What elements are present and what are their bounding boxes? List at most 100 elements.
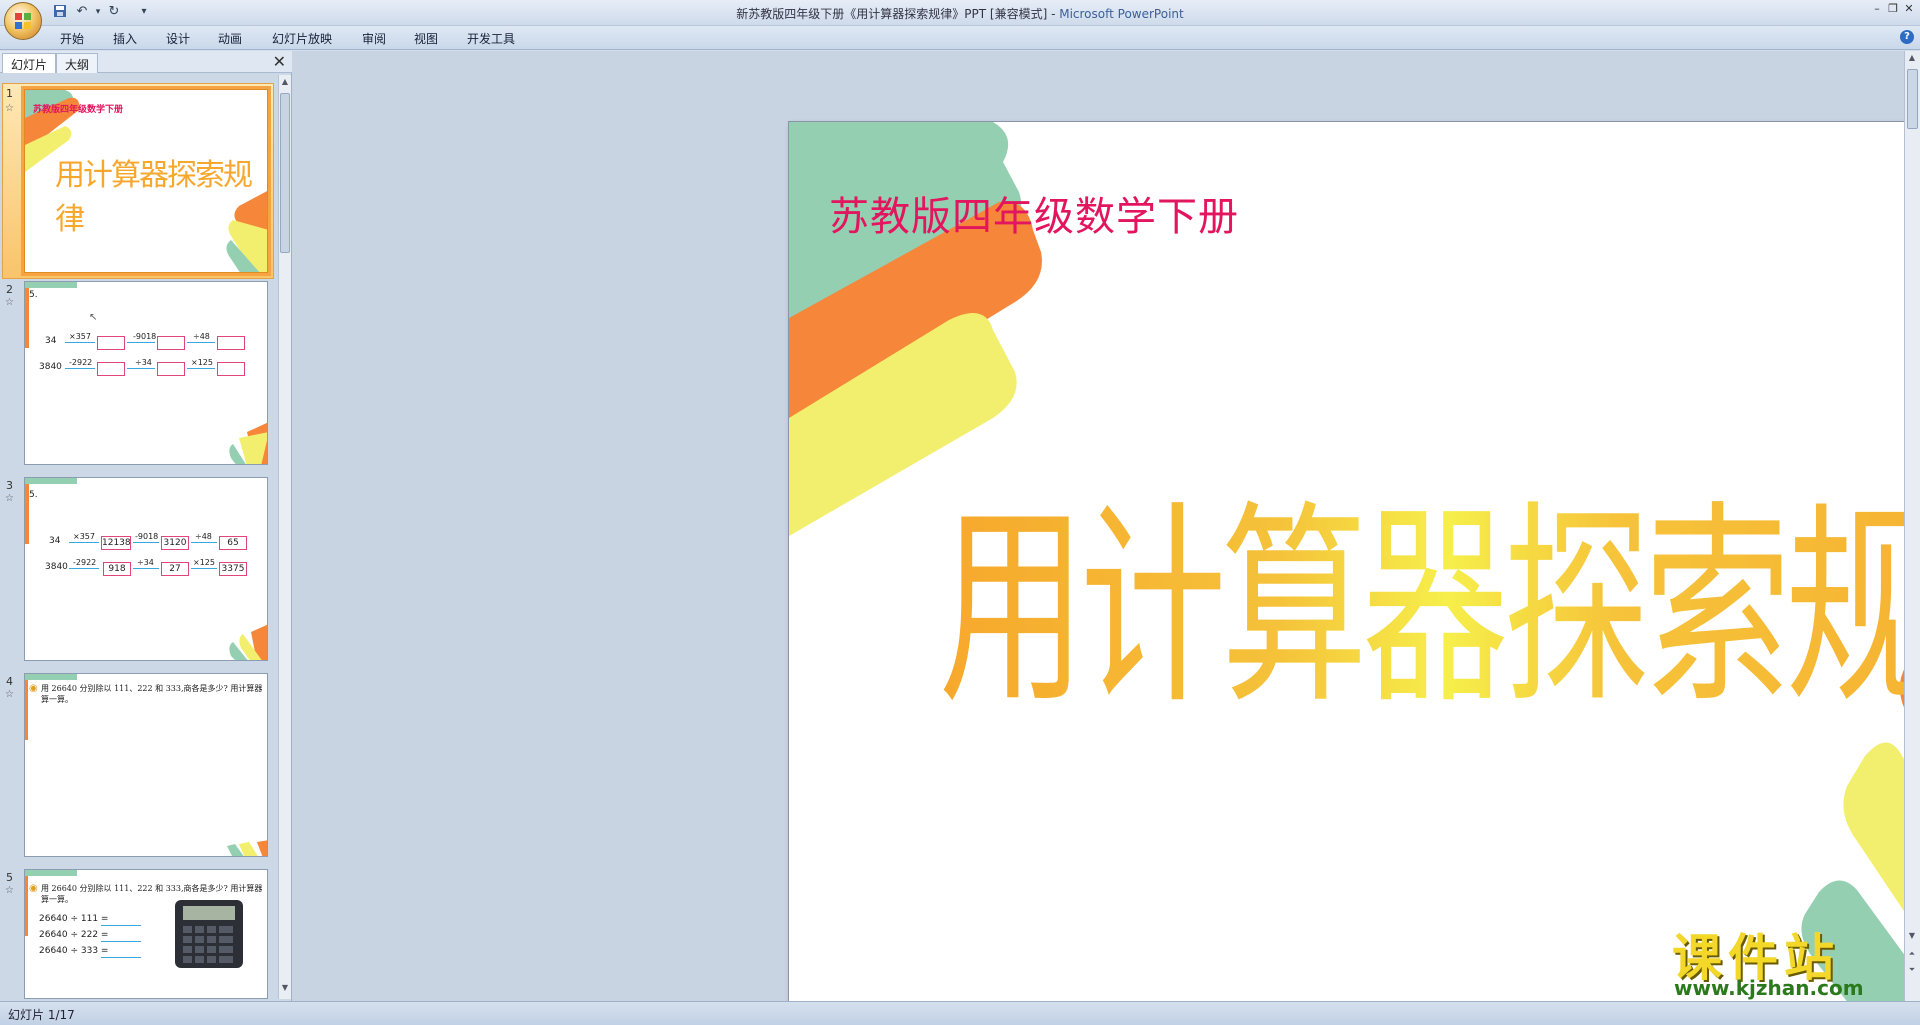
tab-insert[interactable]: 插入 [113,30,137,47]
row1-op: -9018 [133,332,157,341]
scrollbar-thumb[interactable] [280,93,290,253]
title-bar: ↶ ▾ ↻ ▾ 新苏教版四年级下册《用计算器探索规律》PPT [兼容模式] - … [0,0,1920,40]
row2-op: ×125 [191,358,213,367]
arrow [191,542,217,543]
equation: 26640 ÷ 111 = [39,914,109,924]
previous-slide-icon[interactable]: ⏶ [1907,949,1917,961]
slide-thumbnail-2[interactable]: 5. 34 ×357 -9018 ÷48 3840 -2922 ÷34 ×125… [24,281,268,465]
slide-title-text: 用计算器探索规律 [939,482,1920,734]
slide-thumbnails: 1 ☆ 苏教版四年级数学下册 用计算器探索规律 2 ☆ 5. 34 ×357 -… [0,75,278,999]
slide-editing-area: 苏教版四年级数学下册 用计算器探索规律 [292,51,1920,1025]
answer-box [97,362,125,376]
scrollbar-thumb[interactable] [1907,69,1918,129]
answer-box: 918 [103,562,131,576]
answer-box [217,362,245,376]
answer-box [217,336,245,350]
answer-box: 65 [219,536,247,550]
row2-start: 3840 [39,362,62,372]
lightbulb-icon: ◉ [29,883,38,894]
office-button[interactable] [4,2,42,40]
slide-subtitle[interactable]: 苏教版四年级数学下册 [829,184,1239,242]
row1-start: 34 [49,536,61,546]
slide-number: 5 [6,871,13,884]
slide-thumbnail-5[interactable]: ◉ 用 26640 分别除以 111、222 和 333,商各是多少? 用计算器… [24,869,268,999]
animation-star-icon: ☆ [5,689,14,700]
answer-line [101,957,141,958]
answer-box [157,362,185,376]
arrow [187,368,215,369]
slide-number: 1 [6,87,13,100]
row2-op: -2922 [69,358,93,367]
answer-box: 12138 [101,536,131,550]
lightbulb-icon: ◉ [29,683,38,694]
arrow [69,542,99,543]
watermark-url: www.kjzhan.com [1674,976,1864,1000]
equation: 26640 ÷ 333 = [39,946,109,956]
scroll-down-icon[interactable]: ▼ [1907,931,1917,943]
row1-op: ×357 [69,332,91,341]
row1-op: ÷48 [195,532,212,541]
answer-box: 3120 [161,536,189,550]
document-title: 新苏教版四年级下册《用计算器探索规律》PPT [兼容模式] [736,7,1048,21]
arrow [133,568,159,569]
calculator-icon [175,900,243,968]
tab-animations[interactable]: 动画 [218,30,242,47]
answer-box [97,336,125,350]
tab-review[interactable]: 审阅 [362,30,386,47]
panel-tab-bar: 幻灯片 大纲 ✕ [0,51,292,73]
arrow [127,342,155,343]
row1-op: ÷48 [193,332,210,341]
thumbnail-scrollbar[interactable]: ▲ ▼ [278,75,291,999]
app-name: Microsoft PowerPoint [1059,7,1184,21]
arrow [133,542,159,543]
answer-box: 27 [161,562,189,576]
slide-thumbnail-3[interactable]: 5. 34 ×357 12138 -9018 3120 ÷48 65 3840 … [24,477,268,661]
slide-title[interactable]: 用计算器探索规律 [939,432,1920,745]
tab-outline[interactable]: 大纲 [56,53,99,73]
scroll-up-icon[interactable]: ▲ [1907,53,1917,65]
row2-op: ÷34 [137,558,154,567]
help-icon[interactable]: ? [1900,30,1914,44]
slide-number: 2 [6,283,13,296]
tab-developer[interactable]: 开发工具 [467,30,515,47]
scroll-up-icon[interactable]: ▲ [280,77,290,89]
slide-scrollbar[interactable]: ▲ ▼ ⏶ ⏷ [1904,51,1920,1001]
current-slide[interactable]: 苏教版四年级数学下册 用计算器探索规律 [788,121,1920,1025]
slides-panel: 幻灯片 大纲 ✕ 1 ☆ 苏教版四年级数学下册 用计算器探索规律 2 ☆ 5. … [0,51,292,1001]
next-slide-icon[interactable]: ⏷ [1907,965,1917,977]
row1-op: ×357 [73,532,95,541]
arrow [65,342,95,343]
cursor-icon: ↖ [89,312,98,323]
tab-slides[interactable]: 幻灯片 [2,53,57,73]
row2-op: ÷34 [135,358,152,367]
animation-star-icon: ☆ [5,103,14,114]
answer-box: 3375 [219,562,247,576]
row1-start: 34 [45,336,57,346]
slide-number: 3 [6,479,13,492]
arrow [187,342,215,343]
slide-thumbnail-1[interactable]: 苏教版四年级数学下册 用计算器探索规律 [21,86,271,276]
equation: 26640 ÷ 222 = [39,930,109,940]
office-logo-icon [15,13,31,29]
title-separator: - [1047,7,1060,21]
slide-number: 4 [6,675,13,688]
tab-view[interactable]: 视图 [414,30,438,47]
tab-design[interactable]: 设计 [166,30,190,47]
tab-home[interactable]: 开始 [60,30,84,47]
close-window-icon[interactable]: ✕ [1902,2,1916,16]
thumb-label: 5. [29,490,38,500]
ribbon-tab-bar: 开始 插入 设计 动画 幻灯片放映 审阅 视图 开发工具 ? [0,26,1920,50]
scroll-down-icon[interactable]: ▼ [280,983,290,995]
arrow [127,368,155,369]
slide-thumbnail-4[interactable]: ◉ 用 26640 分别除以 111、222 和 333,商各是多少? 用计算器… [24,673,268,857]
thumb-label: 5. [29,290,38,300]
restore-icon[interactable]: ❐ [1886,2,1900,16]
row2-op: -2922 [73,558,97,567]
answer-line [101,925,141,926]
minimize-icon[interactable]: – [1870,2,1884,16]
tab-slideshow[interactable]: 幻灯片放映 [272,30,332,47]
arrow [191,568,217,569]
animation-star-icon: ☆ [5,493,14,504]
thumb-question: 用 26640 分别除以 111、222 和 333,商各是多少? 用计算器算一… [41,684,263,704]
close-panel-icon[interactable]: ✕ [273,53,286,71]
